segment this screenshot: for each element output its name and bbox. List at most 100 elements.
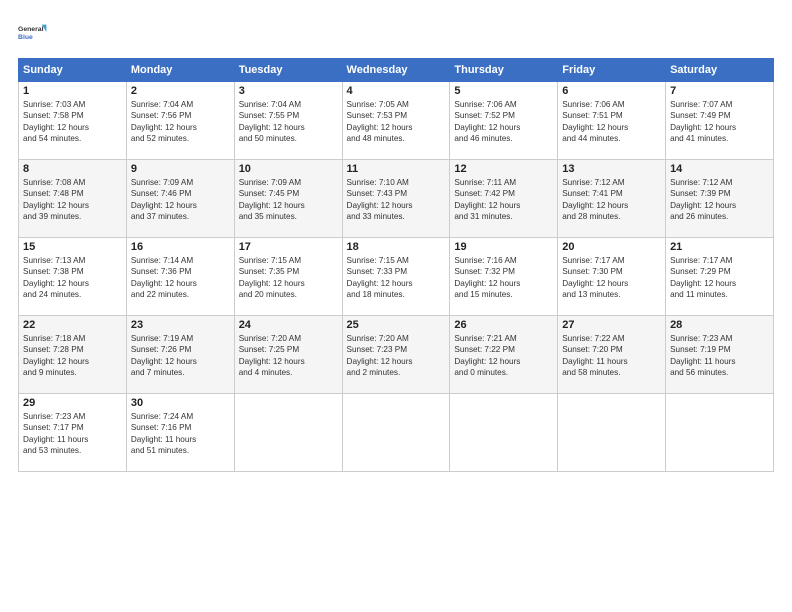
- calendar-cell: 30Sunrise: 7:24 AM Sunset: 7:16 PM Dayli…: [126, 394, 234, 472]
- calendar-cell: 16 Sunrise: 7:14 AM Sunset: 7:36 PM Dayli…: [126, 238, 234, 316]
- header-wednesday: Wednesday: [342, 59, 450, 82]
- calendar-cell: 15 Sunrise: 7:13 AM Sunset: 7:38 PM Dayli…: [19, 238, 127, 316]
- day-info: Sunrise: 7:12 AM Sunset: 7:39 PM Dayligh…: [670, 177, 769, 223]
- day-info: Sunrise: 7:10 AM Sunset: 7:43 PM Dayligh…: [347, 177, 446, 223]
- calendar-cell: 8 Sunrise: 7:08 AM Sunset: 7:48 PM Daylig…: [19, 160, 127, 238]
- day-info: Sunrise: 7:23 AM Sunset: 7:17 PM Dayligh…: [23, 411, 122, 457]
- calendar-cell: [450, 394, 558, 472]
- calendar-cell: 3 Sunrise: 7:04 AM Sunset: 7:55 PM Daylig…: [234, 82, 342, 160]
- calendar-cell: 19 Sunrise: 7:16 AM Sunset: 7:32 PM Dayli…: [450, 238, 558, 316]
- calendar-cell: 9Sunrise: 7:09 AM Sunset: 7:46 PM Daylig…: [126, 160, 234, 238]
- calendar-cell: 28 Sunrise: 7:23 AM Sunset: 7:19 PM Dayli…: [666, 316, 774, 394]
- calendar-cell: 10Sunrise: 7:09 AM Sunset: 7:45 PM Dayli…: [234, 160, 342, 238]
- calendar-cell: 1 Sunrise: 7:03 AM Sunset: 7:58 PM Daylig…: [19, 82, 127, 160]
- week-row-1: 1 Sunrise: 7:03 AM Sunset: 7:58 PM Daylig…: [19, 82, 774, 160]
- day-info: Sunrise: 7:04 AM Sunset: 7:55 PM Dayligh…: [239, 99, 338, 145]
- calendar-cell: 17Sunrise: 7:15 AM Sunset: 7:35 PM Dayli…: [234, 238, 342, 316]
- calendar-cell: 2 Sunrise: 7:04 AM Sunset: 7:56 PM Daylig…: [126, 82, 234, 160]
- day-number: 16: [131, 241, 230, 253]
- day-number: 6: [562, 85, 661, 97]
- page: GeneralBlue Sunday Monday Tuesday Wednes…: [0, 0, 792, 612]
- week-row-2: 8 Sunrise: 7:08 AM Sunset: 7:48 PM Daylig…: [19, 160, 774, 238]
- calendar-cell: 18Sunrise: 7:15 AM Sunset: 7:33 PM Dayli…: [342, 238, 450, 316]
- svg-text:General: General: [18, 26, 44, 33]
- calendar-cell: 29 Sunrise: 7:23 AM Sunset: 7:17 PM Dayli…: [19, 394, 127, 472]
- calendar-cell: [558, 394, 666, 472]
- calendar-cell: 11 Sunrise: 7:10 AM Sunset: 7:43 PM Dayli…: [342, 160, 450, 238]
- day-number: 23: [131, 319, 230, 331]
- calendar-cell: 25 Sunrise: 7:20 AM Sunset: 7:23 PM Dayli…: [342, 316, 450, 394]
- calendar-cell: 21Sunrise: 7:17 AM Sunset: 7:29 PM Dayli…: [666, 238, 774, 316]
- calendar-cell: 12 Sunrise: 7:11 AM Sunset: 7:42 PM Dayli…: [450, 160, 558, 238]
- week-row-4: 22 Sunrise: 7:18 AM Sunset: 7:28 PM Dayli…: [19, 316, 774, 394]
- calendar-cell: 5Sunrise: 7:06 AM Sunset: 7:52 PM Daylig…: [450, 82, 558, 160]
- day-number: 15: [23, 241, 122, 253]
- day-info: Sunrise: 7:21 AM Sunset: 7:22 PM Dayligh…: [454, 333, 553, 379]
- day-number: 17: [239, 241, 338, 253]
- day-number: 7: [670, 85, 769, 97]
- day-number: 14: [670, 163, 769, 175]
- calendar: Sunday Monday Tuesday Wednesday Thursday…: [18, 58, 774, 472]
- day-number: 1: [23, 85, 122, 97]
- calendar-cell: [234, 394, 342, 472]
- day-number: 3: [239, 85, 338, 97]
- calendar-cell: 6 Sunrise: 7:06 AM Sunset: 7:51 PM Daylig…: [558, 82, 666, 160]
- svg-text:Blue: Blue: [18, 34, 33, 41]
- calendar-cell: 13 Sunrise: 7:12 AM Sunset: 7:41 PM Dayli…: [558, 160, 666, 238]
- header-thursday: Thursday: [450, 59, 558, 82]
- day-info: Sunrise: 7:13 AM Sunset: 7:38 PM Dayligh…: [23, 255, 122, 301]
- day-number: 29: [23, 397, 122, 409]
- day-info: Sunrise: 7:05 AM Sunset: 7:53 PM Dayligh…: [347, 99, 446, 145]
- calendar-cell: 26 Sunrise: 7:21 AM Sunset: 7:22 PM Dayli…: [450, 316, 558, 394]
- day-number: 12: [454, 163, 553, 175]
- day-info: Sunrise: 7:18 AM Sunset: 7:28 PM Dayligh…: [23, 333, 122, 379]
- calendar-cell: 27 Sunrise: 7:22 AM Sunset: 7:20 PM Dayli…: [558, 316, 666, 394]
- day-info: Sunrise: 7:20 AM Sunset: 7:25 PM Dayligh…: [239, 333, 338, 379]
- day-number: 20: [562, 241, 661, 253]
- day-info: Sunrise: 7:23 AM Sunset: 7:19 PM Dayligh…: [670, 333, 769, 379]
- day-number: 27: [562, 319, 661, 331]
- day-info: Sunrise: 7:06 AM Sunset: 7:52 PM Dayligh…: [454, 99, 553, 145]
- day-number: 19: [454, 241, 553, 253]
- calendar-cell: 20 Sunrise: 7:17 AM Sunset: 7:30 PM Dayli…: [558, 238, 666, 316]
- day-info: Sunrise: 7:19 AM Sunset: 7:26 PM Dayligh…: [131, 333, 230, 379]
- day-number: 25: [347, 319, 446, 331]
- calendar-cell: 24 Sunrise: 7:20 AM Sunset: 7:25 PM Dayli…: [234, 316, 342, 394]
- header-tuesday: Tuesday: [234, 59, 342, 82]
- day-info: Sunrise: 7:09 AM Sunset: 7:46 PM Dayligh…: [131, 177, 230, 223]
- day-info: Sunrise: 7:16 AM Sunset: 7:32 PM Dayligh…: [454, 255, 553, 301]
- calendar-cell: 22 Sunrise: 7:18 AM Sunset: 7:28 PM Dayli…: [19, 316, 127, 394]
- header-sunday: Sunday: [19, 59, 127, 82]
- day-info: Sunrise: 7:09 AM Sunset: 7:45 PM Dayligh…: [239, 177, 338, 223]
- day-info: Sunrise: 7:11 AM Sunset: 7:42 PM Dayligh…: [454, 177, 553, 223]
- day-number: 24: [239, 319, 338, 331]
- logo: GeneralBlue: [18, 16, 50, 48]
- day-info: Sunrise: 7:12 AM Sunset: 7:41 PM Dayligh…: [562, 177, 661, 223]
- day-info: Sunrise: 7:20 AM Sunset: 7:23 PM Dayligh…: [347, 333, 446, 379]
- day-number: 28: [670, 319, 769, 331]
- day-info: Sunrise: 7:08 AM Sunset: 7:48 PM Dayligh…: [23, 177, 122, 223]
- day-info: Sunrise: 7:04 AM Sunset: 7:56 PM Dayligh…: [131, 99, 230, 145]
- header: GeneralBlue: [18, 16, 774, 48]
- day-info: Sunrise: 7:15 AM Sunset: 7:33 PM Dayligh…: [347, 255, 446, 301]
- calendar-cell: 4Sunrise: 7:05 AM Sunset: 7:53 PM Daylig…: [342, 82, 450, 160]
- day-number: 13: [562, 163, 661, 175]
- calendar-cell: 23 Sunrise: 7:19 AM Sunset: 7:26 PM Dayli…: [126, 316, 234, 394]
- day-info: Sunrise: 7:22 AM Sunset: 7:20 PM Dayligh…: [562, 333, 661, 379]
- day-info: Sunrise: 7:14 AM Sunset: 7:36 PM Dayligh…: [131, 255, 230, 301]
- logo-icon: GeneralBlue: [18, 16, 50, 48]
- day-info: Sunrise: 7:24 AM Sunset: 7:16 PM Dayligh…: [131, 411, 230, 457]
- day-info: Sunrise: 7:06 AM Sunset: 7:51 PM Dayligh…: [562, 99, 661, 145]
- day-number: 26: [454, 319, 553, 331]
- day-number: 8: [23, 163, 122, 175]
- header-monday: Monday: [126, 59, 234, 82]
- day-info: Sunrise: 7:17 AM Sunset: 7:30 PM Dayligh…: [562, 255, 661, 301]
- header-saturday: Saturday: [666, 59, 774, 82]
- day-number: 2: [131, 85, 230, 97]
- week-row-5: 29 Sunrise: 7:23 AM Sunset: 7:17 PM Dayli…: [19, 394, 774, 472]
- calendar-cell: [342, 394, 450, 472]
- day-info: Sunrise: 7:03 AM Sunset: 7:58 PM Dayligh…: [23, 99, 122, 145]
- day-number: 22: [23, 319, 122, 331]
- day-number: 11: [347, 163, 446, 175]
- day-number: 21: [670, 241, 769, 253]
